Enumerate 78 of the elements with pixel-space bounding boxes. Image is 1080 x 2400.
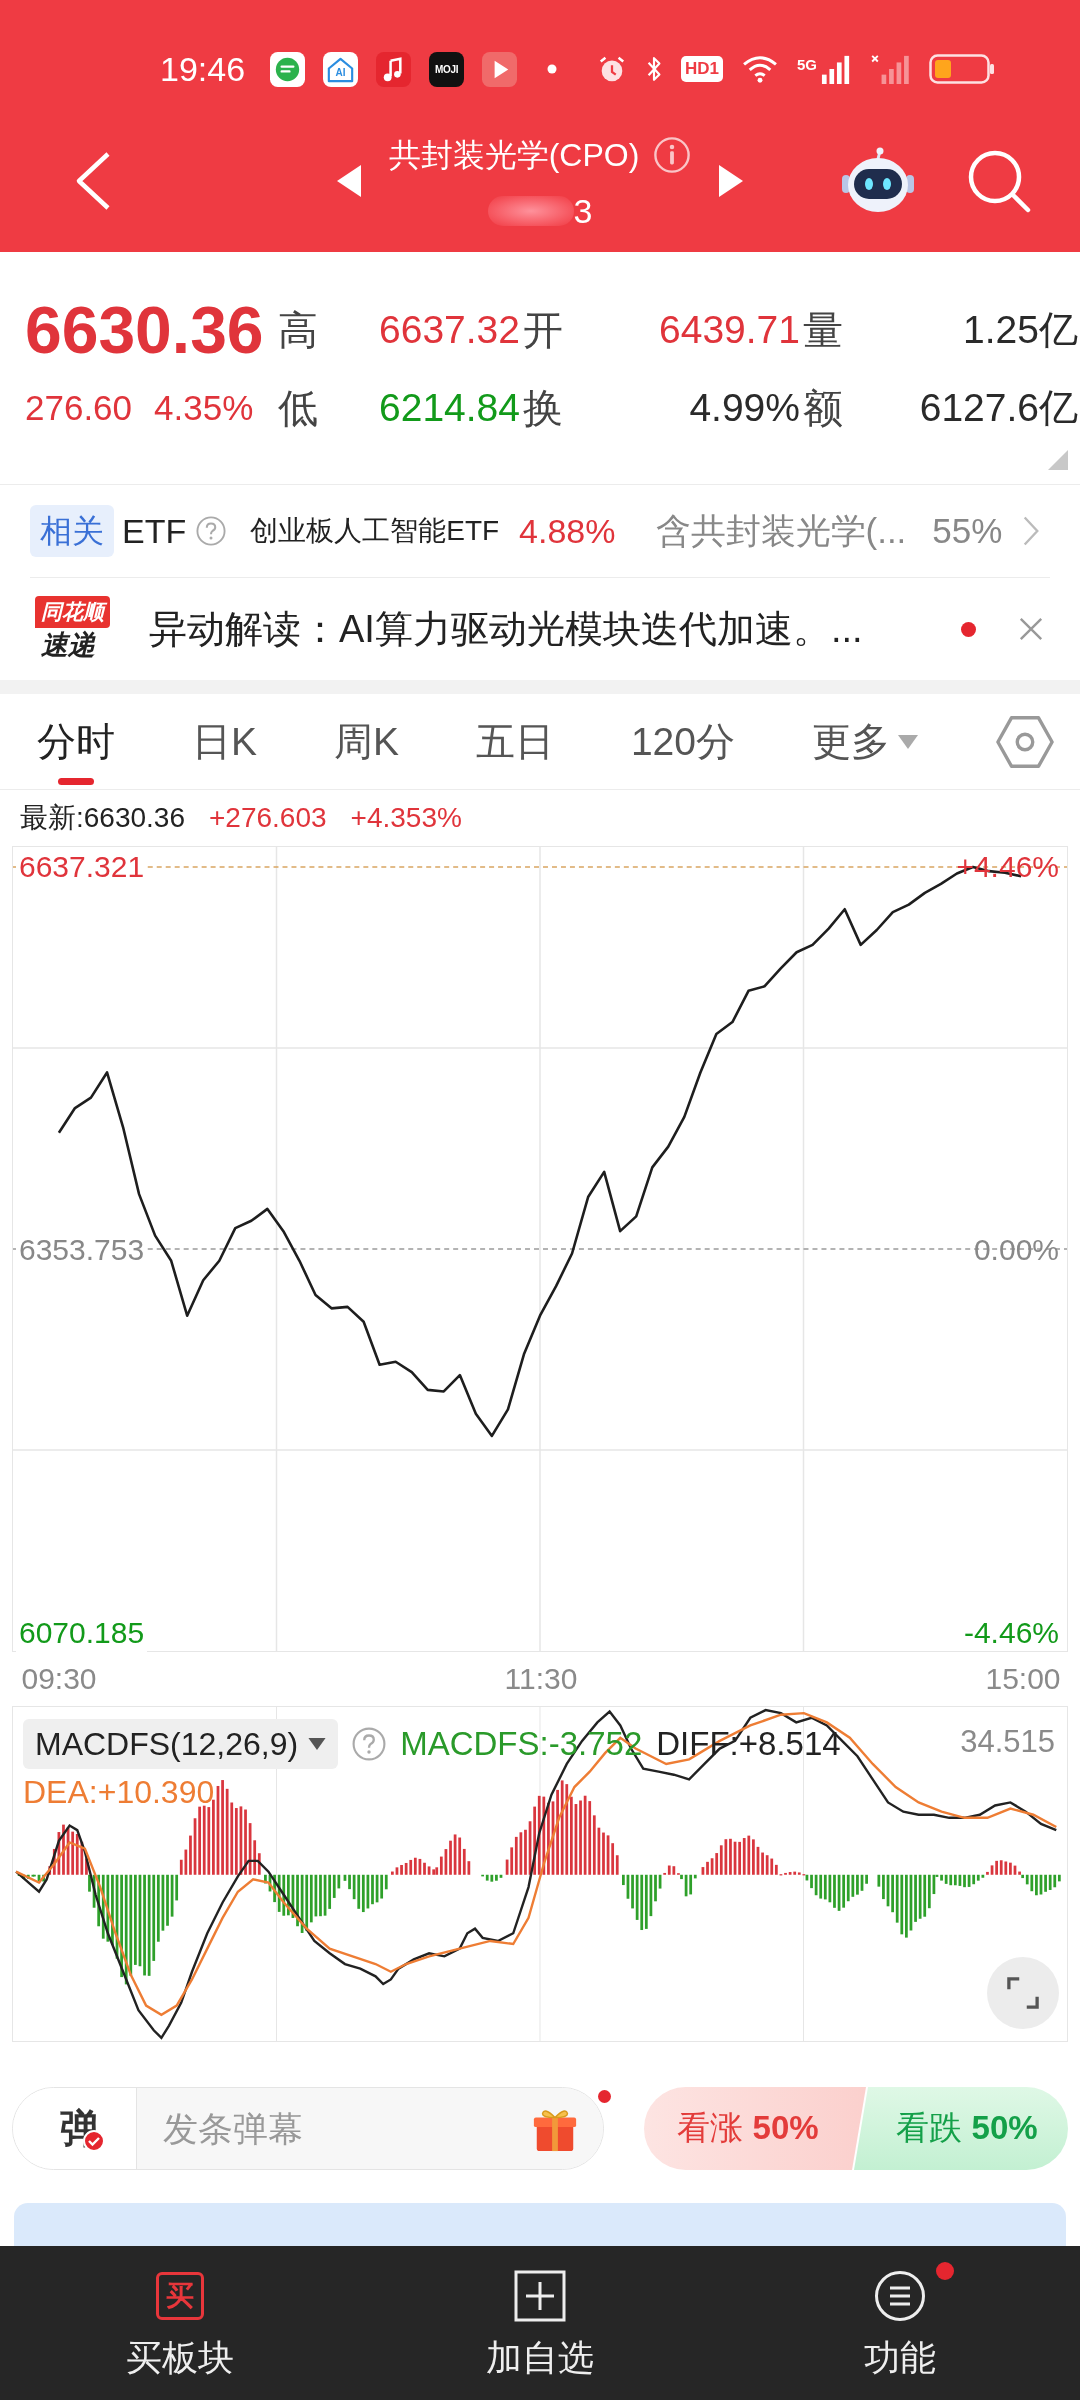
stat-value: 6214.84 xyxy=(379,386,520,430)
stat-value: 4.99% xyxy=(689,386,800,430)
chevron-right-icon[interactable] xyxy=(1022,514,1041,548)
corner-triangle-icon[interactable] xyxy=(1048,450,1068,470)
wifi-icon xyxy=(741,54,779,84)
percent-axis-label: 0.00% xyxy=(973,1232,1059,1268)
holding-text: 含共封装光学(... xyxy=(655,509,907,552)
more-dot-icon xyxy=(547,64,558,74)
network-type-label: 5G xyxy=(797,56,817,73)
expand-icon xyxy=(1007,1977,1039,2009)
nav-button[interactable]: 加自选 xyxy=(360,2246,720,2400)
buy-badge: 买 xyxy=(156,2272,204,2320)
search-icon[interactable] xyxy=(966,148,1032,214)
news-headline[interactable]: 异动解读：AI算力驱动光模块迭代加速。... xyxy=(149,603,863,655)
price-change: 276.60 xyxy=(25,388,133,428)
price-change: +276.603 xyxy=(209,802,327,834)
robot-icon[interactable] xyxy=(840,147,916,215)
percent-axis-label: -4.46% xyxy=(963,1615,1059,1651)
stat-value: 6637.32 xyxy=(379,308,520,352)
fund-change: 4.88% xyxy=(519,511,616,551)
danmaku-input[interactable]: 发条弹幕 xyxy=(137,2098,521,2159)
back-icon[interactable] xyxy=(74,150,112,212)
caret-icon xyxy=(308,1738,327,1750)
right-triangle-icon[interactable] xyxy=(719,165,744,197)
add-square-icon xyxy=(514,2270,566,2322)
stat-value: 1.25亿 xyxy=(963,307,1078,353)
time-axis-label: 15:00 xyxy=(985,1661,1061,1697)
macd-axis-label: 34.515 xyxy=(960,1723,1055,1761)
latest-price: 最新:6630.36 xyxy=(20,801,185,835)
holding-weight: 55% xyxy=(932,511,1003,551)
help-icon[interactable] xyxy=(196,516,227,546)
chart-tab[interactable]: 120分 xyxy=(630,694,735,789)
chart-tab[interactable]: 更多 xyxy=(811,694,918,789)
etf-label: ETF xyxy=(122,511,187,551)
chart-tab[interactable]: 周K xyxy=(333,694,399,789)
percent-change: +4.353% xyxy=(350,802,462,834)
no-signal-icon xyxy=(869,54,911,84)
stat-label: 低 xyxy=(277,384,318,432)
info-icon[interactable] xyxy=(653,136,692,174)
related-tag: 相关 xyxy=(30,505,114,557)
chart-tab[interactable]: 日K xyxy=(191,694,257,789)
status-time: 19:46 xyxy=(160,49,246,89)
app-icon: MOJI xyxy=(429,51,465,87)
nav-button[interactable]: 买 买板块 xyxy=(0,2246,360,2400)
caret-icon xyxy=(897,734,918,749)
chart-tab[interactable]: 分时 xyxy=(37,694,115,789)
indicator-dropdown[interactable]: MACDFS(12,26,9) xyxy=(23,1719,339,1769)
logo-text: 速递 xyxy=(41,629,95,662)
time-axis-label: 09:30 xyxy=(21,1661,97,1697)
nav-button[interactable]: 功能 xyxy=(720,2246,1080,2400)
fund-name[interactable]: 创业板人工智能ETF xyxy=(250,512,500,550)
help-icon[interactable] xyxy=(352,1727,387,1761)
logo-tag: 同花顺 xyxy=(35,596,110,628)
danmaku-field[interactable]: 发条弹幕 xyxy=(137,2088,603,2169)
index-title: 共封装光学(CPO) xyxy=(388,136,640,175)
app-icon: AI xyxy=(323,51,359,87)
battery-icon xyxy=(929,54,995,84)
close-icon[interactable] xyxy=(1018,616,1044,642)
stat-value: 6127.6亿 xyxy=(919,385,1078,431)
video-app-icon xyxy=(482,51,518,87)
stat-value: 6439.71 xyxy=(659,308,800,352)
chart-tab[interactable]: 五日 xyxy=(475,694,554,789)
music-app-icon xyxy=(376,51,412,87)
stat-label: 高 xyxy=(277,306,318,354)
stat-label: 量 xyxy=(802,306,843,354)
stat-label: 开 xyxy=(522,306,563,354)
signal-icon xyxy=(821,54,851,84)
dea-value: DEA:+10.390 xyxy=(23,1773,215,1811)
hd-badge: HD1 xyxy=(680,56,723,82)
time-axis-label: 11:30 xyxy=(504,1661,578,1697)
menu-icon xyxy=(874,2270,926,2322)
chat-app-icon xyxy=(270,51,306,87)
index-code: 3 xyxy=(573,191,593,231)
stat-label: 额 xyxy=(802,384,843,432)
left-triangle-icon[interactable] xyxy=(336,165,361,197)
percent-change: 4.35% xyxy=(154,388,254,428)
stat-label: 换 xyxy=(522,384,563,432)
last-price: 6630.36 xyxy=(25,292,265,369)
